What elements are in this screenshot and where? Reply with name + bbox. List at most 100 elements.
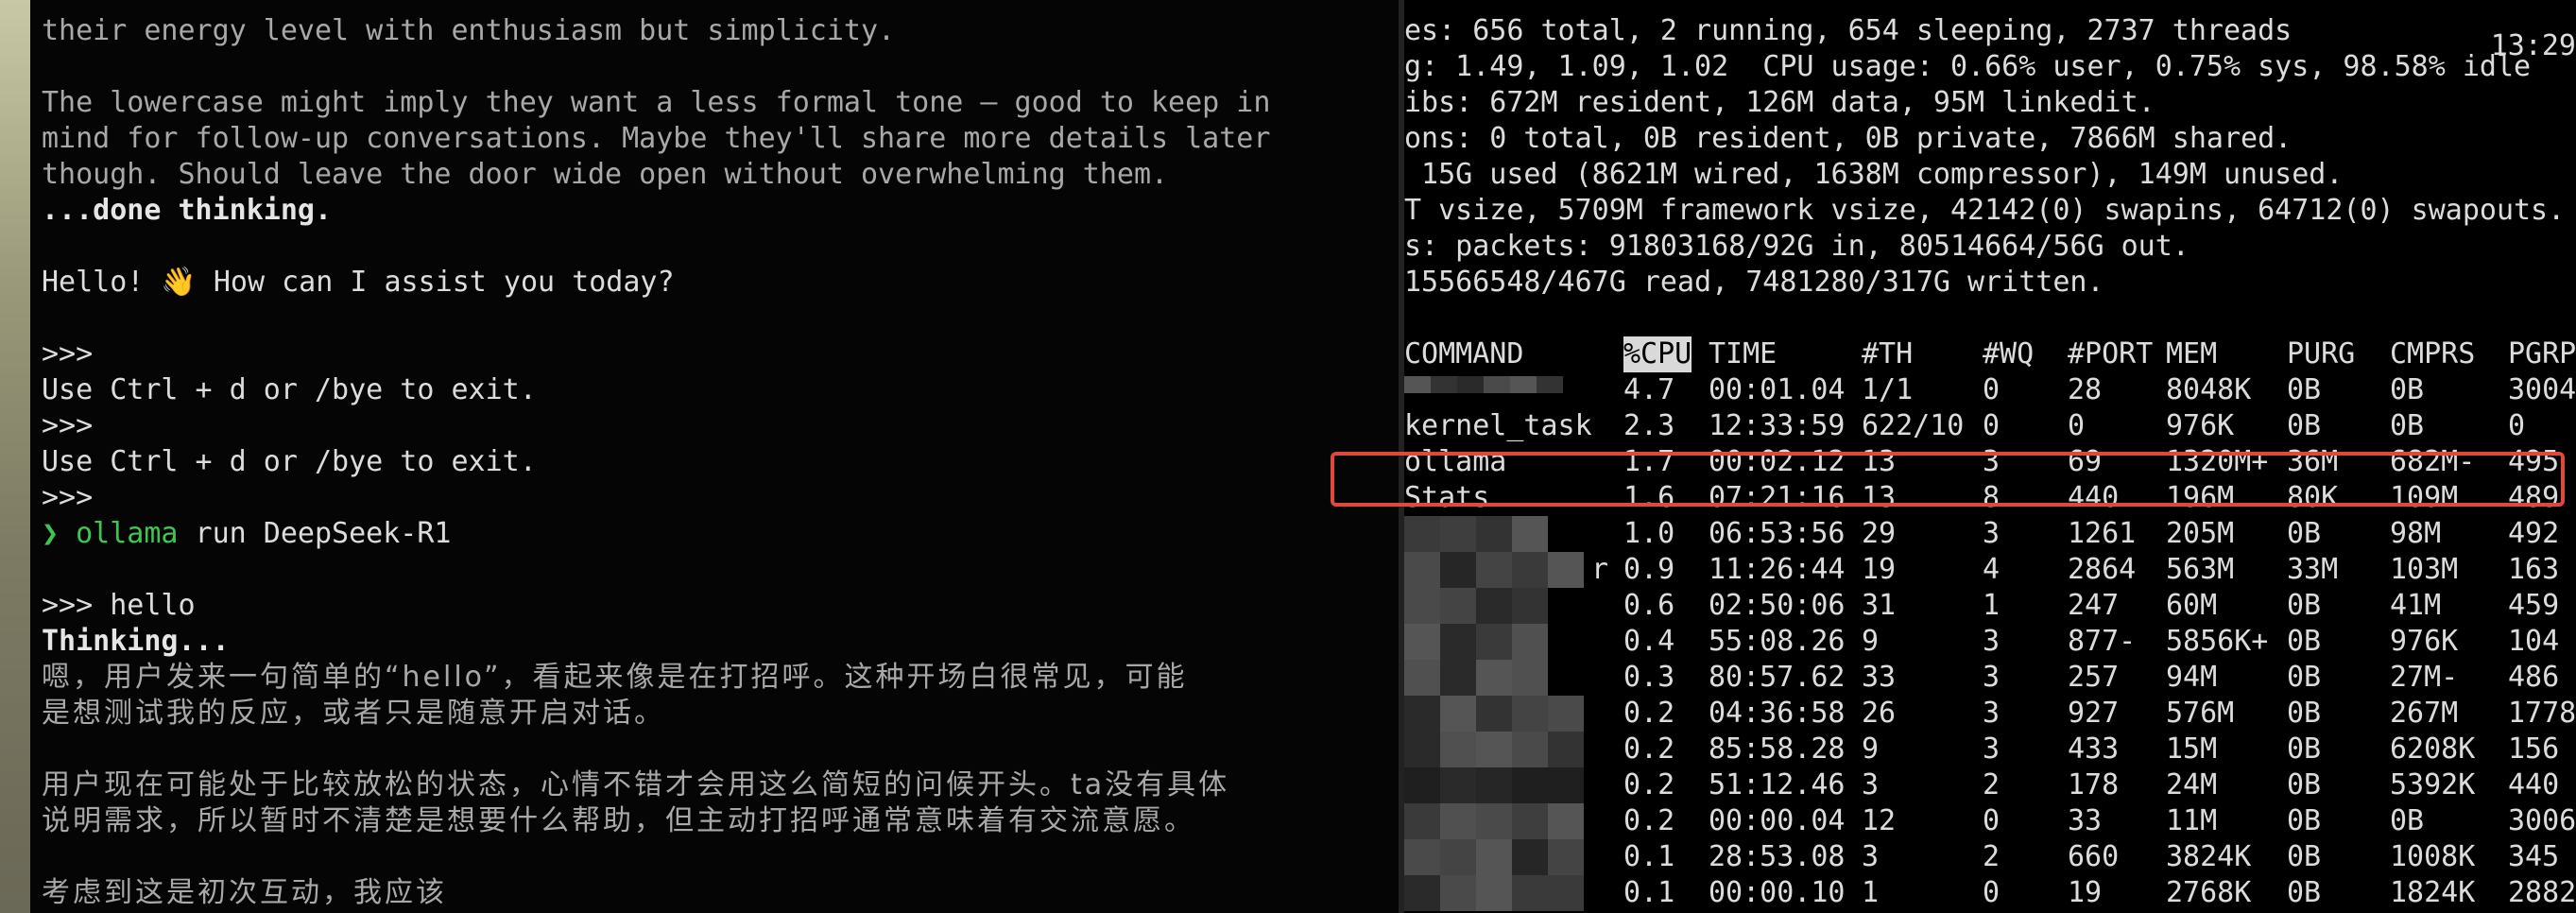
- process-cell-cmprs: 0B: [2390, 804, 2425, 837]
- process-cell-mem: 3824K: [2166, 840, 2252, 873]
- redaction-pixel: [1512, 696, 1548, 732]
- terminal-line: The lowercase might imply they want a le…: [42, 86, 1271, 119]
- column-header[interactable]: TIME: [1709, 336, 1777, 372]
- column-header[interactable]: COMMAND: [1404, 336, 1523, 372]
- process-cell-wq: 3: [1983, 697, 2001, 730]
- process-cell-time: 00:00.10: [1709, 876, 1846, 909]
- process-cell-time: 51:12.46: [1709, 768, 1846, 801]
- column-header[interactable]: #PORT: [2068, 336, 2153, 372]
- redaction-pixel: [1476, 767, 1512, 803]
- redaction-pixel: [1548, 732, 1584, 767]
- prompt-command: ollama: [76, 517, 179, 550]
- process-cell-time: 06:53:56: [1709, 517, 1846, 550]
- process-cell-th: 1/1: [1862, 373, 1914, 406]
- process-cell-th: 9: [1862, 732, 1880, 766]
- process-cell-wq: 3: [1983, 661, 2001, 694]
- redaction-pixel: [1512, 767, 1548, 803]
- terminal-line: >>>: [42, 337, 94, 370]
- terminal-line: >>>: [42, 481, 94, 514]
- column-header[interactable]: #WQ: [1983, 336, 2034, 372]
- column-header[interactable]: %CPU: [1623, 336, 1692, 372]
- process-cell-port: 433: [2068, 732, 2120, 766]
- terminal-pane-ollama[interactable]: their energy level with enthusiasm but s…: [30, 0, 1399, 913]
- terminal-line: 说明需求，所以暂时不清楚是想要什么帮助，但主动打招呼通常意味着有交流意愿。: [42, 804, 1195, 837]
- process-cell-mem: 5856K+: [2166, 625, 2269, 658]
- process-cell-port: 19: [2068, 876, 2103, 909]
- process-cell-time: 55:08.26: [1709, 625, 1846, 658]
- process-cell-cpu: 0.4: [1623, 625, 1675, 658]
- redaction-pixel: [1440, 839, 1476, 875]
- terminal-line: Use Ctrl + d or /bye to exit.: [42, 445, 537, 478]
- process-cell-port: 178: [2068, 768, 2120, 801]
- redaction-pixel: [1404, 803, 1440, 839]
- process-cell-time: 28:53.08: [1709, 840, 1846, 873]
- redaction-pixel: [1476, 660, 1512, 696]
- redaction-pixel: [1440, 552, 1476, 588]
- process-cell-cpu: 0.2: [1623, 697, 1675, 730]
- process-cell-th: 1: [1862, 876, 1880, 909]
- column-header[interactable]: PGRP: [2508, 336, 2576, 372]
- process-cell-pgrp: 486: [2508, 661, 2560, 694]
- process-cell-pgrp: 492: [2508, 517, 2560, 550]
- process-cell-purg: 0B: [2287, 409, 2322, 442]
- process-cell-wq: 0: [1983, 373, 2001, 406]
- redaction-pixel: [1404, 732, 1440, 767]
- redaction-pixel: [1404, 660, 1440, 696]
- process-cell-time: 00:00.04: [1709, 804, 1846, 837]
- process-cell-purg: 0B: [2287, 589, 2322, 622]
- column-header[interactable]: CMPRS: [2390, 336, 2475, 372]
- redaction-pixel: [1404, 376, 1431, 393]
- process-cell-mem: 11M: [2166, 804, 2218, 837]
- process-cell-pgrp: 156: [2508, 732, 2560, 766]
- redaction-pixel: [1512, 552, 1548, 588]
- process-cell-pgrp: 1778: [2508, 697, 2576, 730]
- redaction-pixel: [1404, 696, 1440, 732]
- redaction-pixel: [1476, 516, 1512, 552]
- redaction-pixel: [1510, 376, 1537, 393]
- process-cell-mem: 15M: [2166, 732, 2218, 766]
- process-cell-cpu: 0.2: [1623, 732, 1675, 766]
- process-cell-th: 622/10: [1862, 409, 1965, 442]
- redaction-pixel: [1476, 696, 1512, 732]
- redaction-pixel: [1476, 732, 1512, 767]
- process-cell-cpu: 0.3: [1623, 661, 1675, 694]
- redaction-pixel: [1440, 588, 1476, 624]
- process-cell-wq: 3: [1983, 517, 2001, 550]
- process-cell-th: 29: [1862, 517, 1897, 550]
- terminal-line: 嗯，用户发来一句简单的“hello”，看起来像是在打招呼。这种开场白很常见，可能: [42, 661, 1188, 694]
- process-cell-time: 00:01.04: [1709, 373, 1846, 406]
- process-cell-wq: 0: [1983, 804, 2001, 837]
- terminal-titlebar: [30, 0, 1399, 8]
- terminal-line: >>> hello: [42, 589, 196, 622]
- redaction-pixel: [1548, 767, 1584, 803]
- process-cell-time: 04:36:58: [1709, 697, 1846, 730]
- process-cell-cpu: 0.2: [1623, 768, 1675, 801]
- redaction-pixel: [1548, 696, 1584, 732]
- terminal-line: Thinking...: [42, 625, 230, 658]
- process-cell-pgrp: 163: [2508, 553, 2560, 586]
- redaction-pixel: [1548, 803, 1584, 839]
- summary-line: T vsize, 5709M framework vsize, 42142(0)…: [1404, 194, 2566, 227]
- redaction-pixel: [1512, 588, 1548, 624]
- process-cell-cmprs: 98M: [2390, 517, 2442, 550]
- process-cell-command: r: [1591, 553, 1609, 586]
- column-header[interactable]: #TH: [1862, 336, 1913, 372]
- summary-line: 15G used (8621M wired, 1638M compressor)…: [1404, 158, 2344, 191]
- redaction-pixel: [1476, 875, 1512, 911]
- process-cell-mem: 976K: [2166, 409, 2235, 442]
- column-header[interactable]: PURG: [2287, 336, 2355, 372]
- process-cell-port: 660: [2068, 840, 2120, 873]
- process-cell-mem: 2768K: [2166, 876, 2252, 909]
- process-cell-port: 247: [2068, 589, 2120, 622]
- process-cell-cmprs: 103M: [2390, 553, 2459, 586]
- process-cell-th: 19: [1862, 553, 1897, 586]
- desktop-wallpaper-strip: [0, 0, 30, 913]
- ollama-row-highlight: [1331, 452, 2565, 507]
- redaction-pixel: [1476, 839, 1512, 875]
- top-clock: 13:29: [2490, 29, 2576, 62]
- terminal-line: Hello! 👋 How can I assist you today?: [42, 266, 675, 299]
- process-cell-cmprs: 5392K: [2390, 768, 2476, 801]
- redaction-pixel: [1512, 624, 1548, 660]
- process-cell-th: 3: [1862, 768, 1880, 801]
- column-header[interactable]: MEM: [2166, 336, 2217, 372]
